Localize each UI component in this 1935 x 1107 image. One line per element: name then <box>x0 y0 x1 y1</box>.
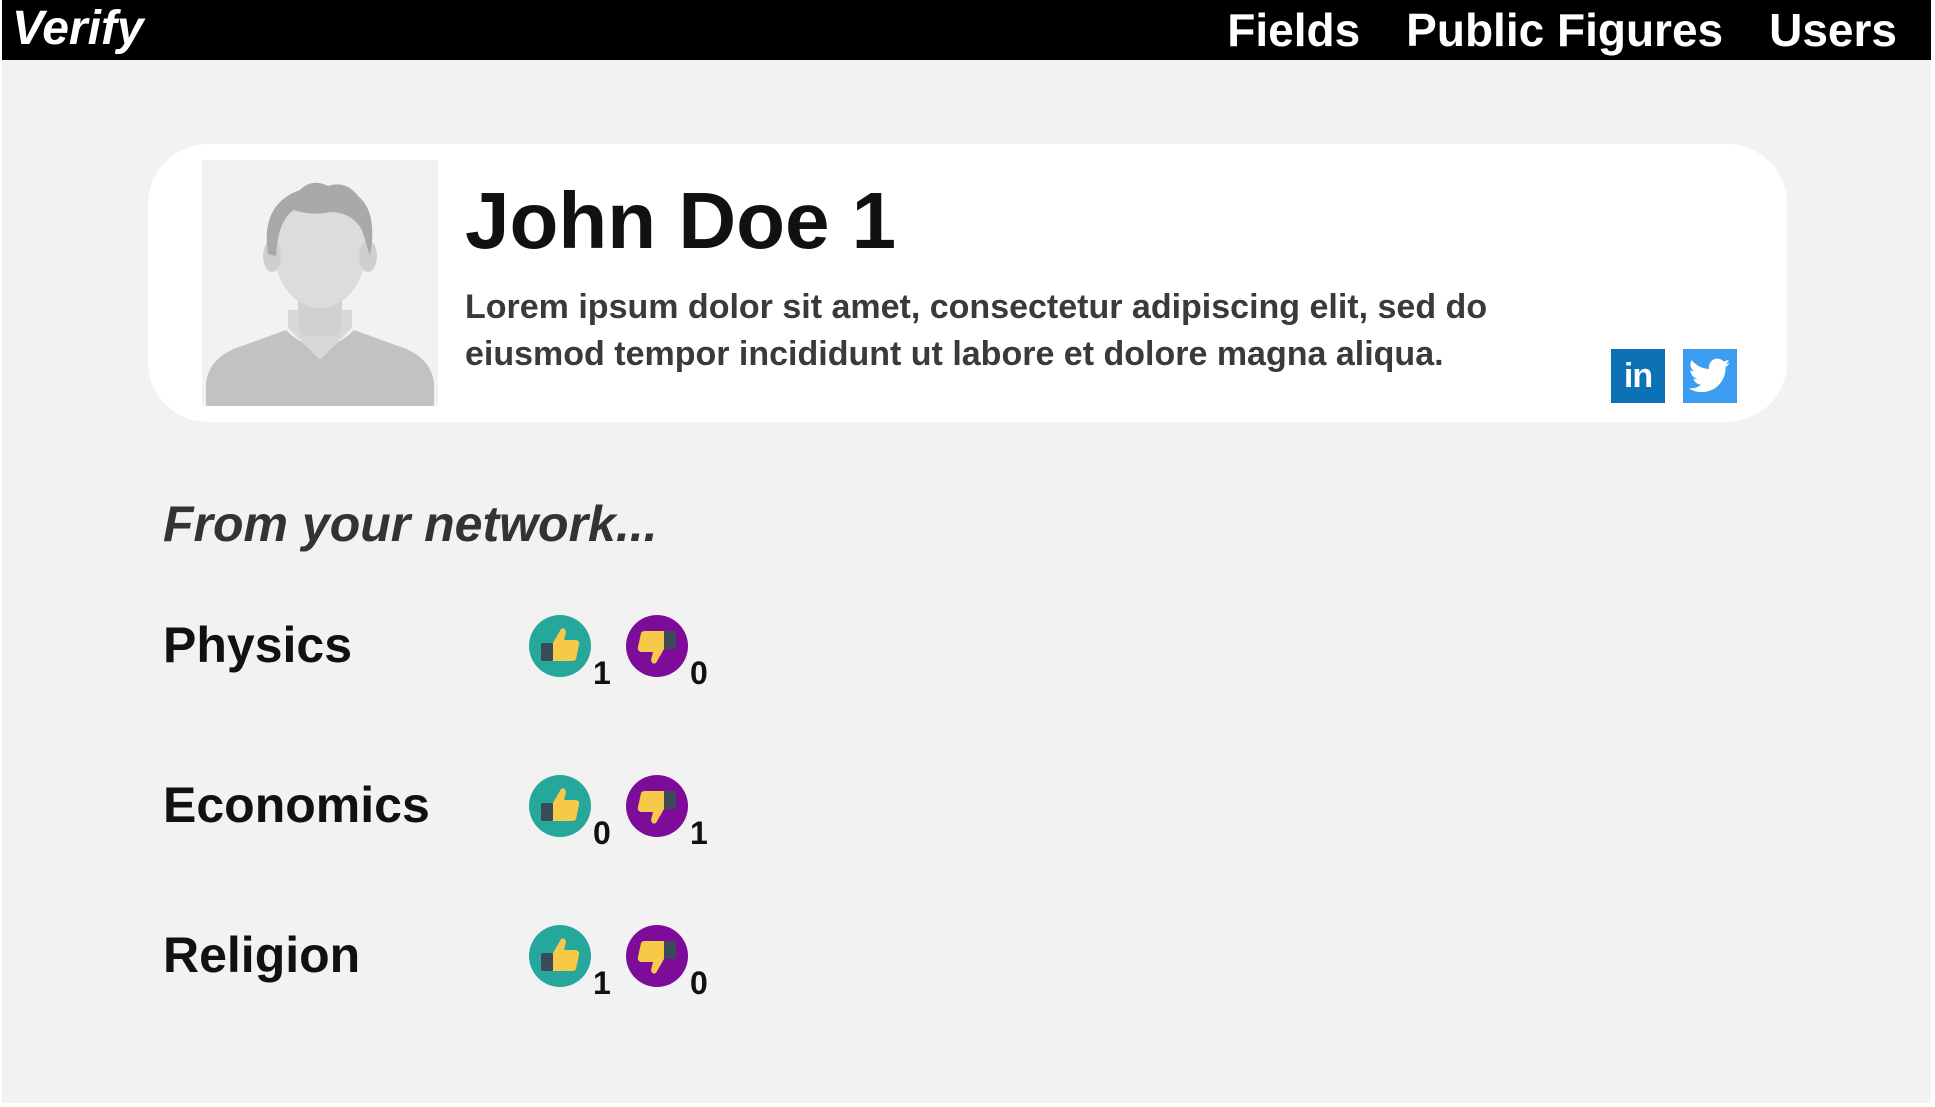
field-row: Religion 1 0 <box>163 925 863 1005</box>
profile-card: John Doe 1 Lorem ipsum dolor sit amet, c… <box>148 144 1787 422</box>
linkedin-button[interactable]: in <box>1611 349 1665 403</box>
avatar <box>202 160 438 406</box>
downvote-button[interactable]: 1 <box>626 775 716 855</box>
downvote-count: 0 <box>690 655 708 691</box>
twitter-button[interactable] <box>1683 349 1737 403</box>
thumbs-up-icon <box>529 925 591 987</box>
upvote-count: 1 <box>593 655 611 691</box>
upvote-button[interactable]: 0 <box>529 775 619 855</box>
profile-name: John Doe 1 <box>465 176 897 265</box>
person-placeholder-icon <box>206 182 434 406</box>
field-name[interactable]: Economics <box>163 775 430 835</box>
thumbs-down-icon <box>626 775 688 837</box>
downvote-button[interactable]: 0 <box>626 925 716 1005</box>
profile-bio: Lorem ipsum dolor sit amet, consectetur … <box>465 288 1488 373</box>
page-frame: Verify Fields Public Figures Users John … <box>2 0 1931 1103</box>
field-row: Physics 1 0 <box>163 615 863 695</box>
thumbs-up-icon <box>529 615 591 677</box>
field-row: Economics 0 1 <box>163 775 863 855</box>
social-links: in <box>1611 349 1737 403</box>
upvote-button[interactable]: 1 <box>529 615 619 695</box>
downvote-count: 0 <box>690 965 708 1001</box>
field-name[interactable]: Religion <box>163 925 360 985</box>
thumbs-down-icon <box>626 925 688 987</box>
brand-logo[interactable]: Verify <box>12 0 144 60</box>
top-navbar: Verify Fields Public Figures Users <box>2 0 1931 60</box>
upvote-button[interactable]: 1 <box>529 925 619 1005</box>
main-nav: Fields Public Figures Users <box>1227 0 1897 60</box>
thumbs-down-icon <box>626 615 688 677</box>
downvote-button[interactable]: 0 <box>626 615 716 695</box>
nav-fields[interactable]: Fields <box>1227 1 1360 59</box>
twitter-icon <box>1689 358 1731 393</box>
nav-users[interactable]: Users <box>1769 1 1897 59</box>
network-heading: From your network... <box>163 496 658 552</box>
field-name[interactable]: Physics <box>163 615 352 675</box>
thumbs-up-icon <box>529 775 591 837</box>
linkedin-icon: in <box>1623 356 1653 395</box>
upvote-count: 0 <box>593 815 611 851</box>
nav-public-figures[interactable]: Public Figures <box>1406 1 1723 59</box>
upvote-count: 1 <box>593 965 611 1001</box>
downvote-count: 1 <box>690 815 708 851</box>
